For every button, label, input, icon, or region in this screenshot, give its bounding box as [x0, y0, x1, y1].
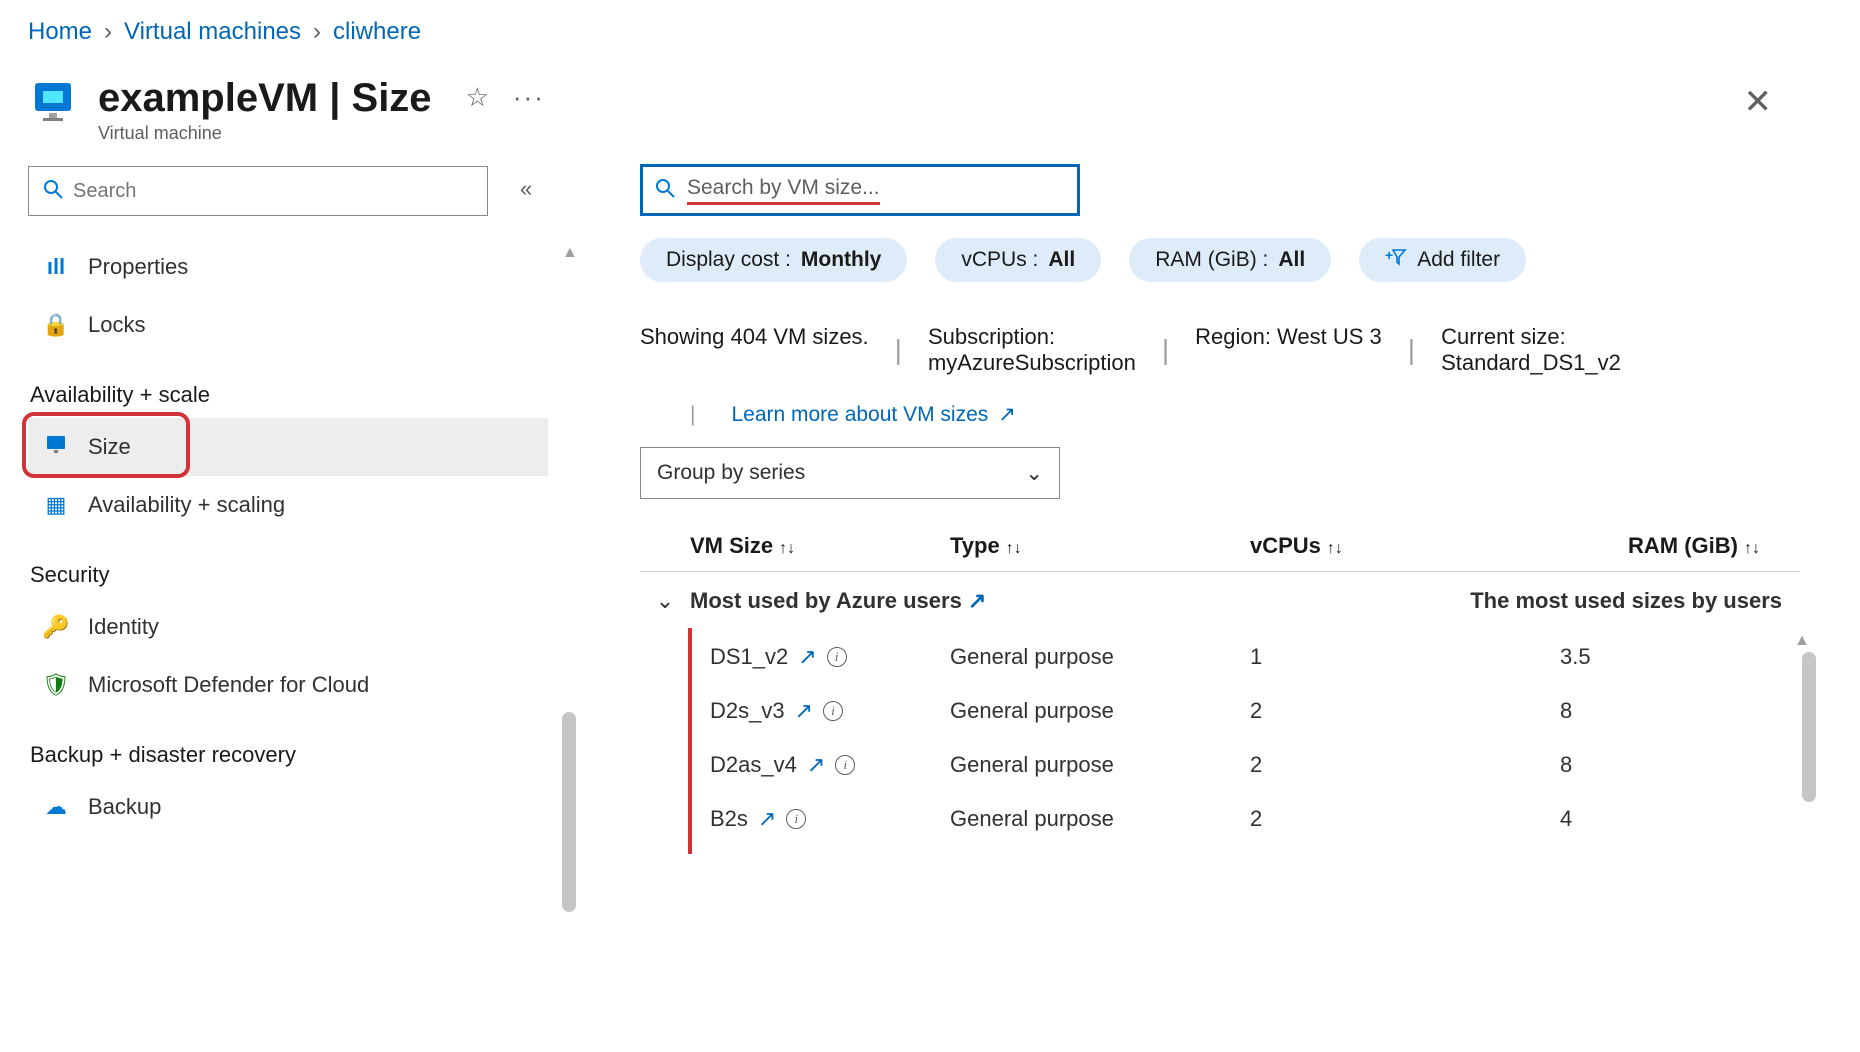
main-content: Search by VM size... Display cost : Mont… — [560, 154, 1860, 846]
sidebar-item-properties[interactable]: ıll Properties — [28, 238, 548, 296]
info-band: Showing 404 VM sizes. | Subscription: my… — [640, 324, 1860, 376]
col-header-vcpus[interactable]: vCPUs↑↓ — [1250, 533, 1560, 559]
lock-icon: 🔒 — [42, 312, 70, 338]
breadcrumb: Home › Virtual machines › cliwhere — [0, 0, 1860, 64]
sidebar-item-defender[interactable]: 🛡 Microsoft Defender for Cloud — [28, 656, 548, 714]
info-icon[interactable]: i — [827, 647, 847, 667]
main-scrollbar[interactable] — [1802, 652, 1816, 802]
trend-up-icon: ↗ — [807, 752, 825, 778]
sidebar-item-label: Backup — [88, 794, 161, 820]
sidebar-section-security: Security — [28, 534, 548, 598]
vm-size-icon — [42, 433, 70, 461]
sidebar-item-identity[interactable]: 🔑 Identity — [28, 598, 548, 656]
col-header-type[interactable]: Type↑↓ — [950, 533, 1250, 559]
page-title: exampleVM | Size — [98, 76, 432, 121]
sidebar-item-availability-scaling[interactable]: ▦ Availability + scaling — [28, 476, 548, 534]
group-by-select[interactable]: Group by series ⌄ — [640, 447, 1060, 499]
breadcrumb-virtual-machines[interactable]: Virtual machines — [124, 18, 301, 46]
favorite-star-icon[interactable]: ☆ — [466, 82, 489, 113]
sidebar-section-availability-scale: Availability + scale — [28, 354, 548, 418]
table-row[interactable]: B2s↗i General purpose 2 4 — [640, 792, 1800, 846]
vm-size-search-placeholder: Search by VM size... — [687, 176, 880, 205]
info-subscription: Subscription: myAzureSubscription — [928, 324, 1136, 376]
vm-size-search[interactable]: Search by VM size... — [640, 164, 1080, 216]
sort-icon: ↑↓ — [1744, 540, 1760, 558]
scroll-up-arrow-icon: ▲ — [1794, 632, 1810, 650]
close-button[interactable]: ✕ — [1744, 82, 1773, 122]
sort-icon: ↑↓ — [1006, 540, 1022, 558]
chevron-down-icon: ⌄ — [640, 588, 690, 614]
learn-more-link[interactable]: Learn more about VM sizes — [731, 403, 988, 427]
table-row[interactable]: D2as_v4↗i General purpose 2 8 — [640, 738, 1800, 792]
info-showing: Showing 404 VM sizes. — [640, 324, 869, 350]
info-icon[interactable]: i — [786, 809, 806, 829]
pill-add-filter[interactable]: + Add filter — [1359, 238, 1526, 282]
table-row[interactable]: D2s_v3↗i General purpose 2 8 — [640, 684, 1800, 738]
backup-icon: ☁ — [42, 794, 70, 820]
divider: | — [690, 403, 695, 427]
sidebar-search-input[interactable] — [73, 180, 473, 203]
collapse-sidebar-icon[interactable]: « — [520, 176, 532, 202]
vm-icon — [28, 76, 78, 126]
table-header-row: VM Size↑↓ Type↑↓ vCPUs↑↓ RAM (GiB)↑↓ — [640, 533, 1800, 572]
trend-up-icon: ↗ — [795, 698, 813, 724]
sidebar-section-backup-dr: Backup + disaster recovery — [28, 714, 548, 778]
info-region: Region: West US 3 — [1195, 324, 1382, 350]
group-desc: The most used sizes by users — [1470, 588, 1800, 614]
vm-size-table: VM Size↑↓ Type↑↓ vCPUs↑↓ RAM (GiB)↑↓ ⌄ M… — [640, 533, 1800, 846]
sidebar-item-backup[interactable]: ☁ Backup — [28, 778, 548, 836]
trend-up-icon: ↗ — [798, 644, 816, 670]
table-row[interactable]: DS1_v2↗i General purpose 1 3.5 — [640, 630, 1800, 684]
sidebar: « ▲ ıll Properties 🔒 Locks Availability … — [0, 154, 560, 846]
annotation-bracket — [688, 628, 692, 854]
divider: | — [1162, 334, 1169, 366]
trend-up-icon: ↗ — [968, 588, 986, 614]
shield-icon: 🛡 — [42, 672, 70, 698]
info-current-size: Current size: Standard_DS1_v2 — [1441, 324, 1621, 376]
group-name: Most used by Azure users — [690, 588, 962, 614]
sidebar-item-label: Identity — [88, 614, 159, 640]
table-group-row[interactable]: ⌄ Most used by Azure users ↗ The most us… — [640, 572, 1800, 630]
group-by-value: Group by series — [657, 461, 805, 485]
sidebar-item-label: Locks — [88, 312, 145, 338]
col-header-vmsize[interactable]: VM Size↑↓ — [640, 533, 950, 559]
col-header-ram[interactable]: RAM (GiB)↑↓ — [1560, 533, 1800, 559]
filter-pills: Display cost : Monthly vCPUs : All RAM (… — [640, 238, 1860, 282]
info-icon[interactable]: i — [823, 701, 843, 721]
info-icon[interactable]: i — [835, 755, 855, 775]
divider: | — [895, 334, 902, 366]
search-icon — [43, 179, 63, 204]
page-header: exampleVM | Size Virtual machine ☆ ··· ✕ — [0, 64, 1860, 154]
sidebar-item-size[interactable]: Size — [28, 418, 548, 476]
chevron-right-icon: › — [313, 18, 321, 46]
chevron-down-icon: ⌄ — [1025, 461, 1043, 486]
svg-text:+: + — [1385, 248, 1393, 263]
page-subtitle: Virtual machine — [98, 123, 432, 144]
more-menu-icon[interactable]: ··· — [513, 82, 545, 113]
external-link-icon: ↗ — [998, 402, 1016, 427]
trend-up-icon: ↗ — [758, 806, 776, 832]
sort-icon: ↑↓ — [1327, 540, 1343, 558]
sort-icon: ↑↓ — [779, 540, 795, 558]
sidebar-nav: ▲ ıll Properties 🔒 Locks Availability + … — [28, 238, 548, 836]
key-icon: 🔑 — [42, 614, 70, 640]
search-icon — [655, 178, 675, 203]
scaling-icon: ▦ — [42, 492, 70, 518]
divider: | — [1408, 334, 1415, 366]
pill-display-cost[interactable]: Display cost : Monthly — [640, 238, 907, 282]
properties-icon: ıll — [42, 254, 70, 280]
sidebar-item-label: Microsoft Defender for Cloud — [88, 672, 369, 698]
breadcrumb-cliwhere[interactable]: cliwhere — [333, 18, 421, 46]
sidebar-item-label: Properties — [88, 254, 188, 280]
pill-ram[interactable]: RAM (GiB) : All — [1129, 238, 1331, 282]
sidebar-search[interactable] — [28, 166, 488, 216]
breadcrumb-home[interactable]: Home — [28, 18, 92, 46]
pill-vcpus[interactable]: vCPUs : All — [935, 238, 1101, 282]
sidebar-item-label: Availability + scaling — [88, 492, 285, 518]
sidebar-item-label: Size — [88, 434, 131, 460]
add-filter-icon: + — [1385, 248, 1407, 272]
chevron-right-icon: › — [104, 18, 112, 46]
sidebar-item-locks[interactable]: 🔒 Locks — [28, 296, 548, 354]
